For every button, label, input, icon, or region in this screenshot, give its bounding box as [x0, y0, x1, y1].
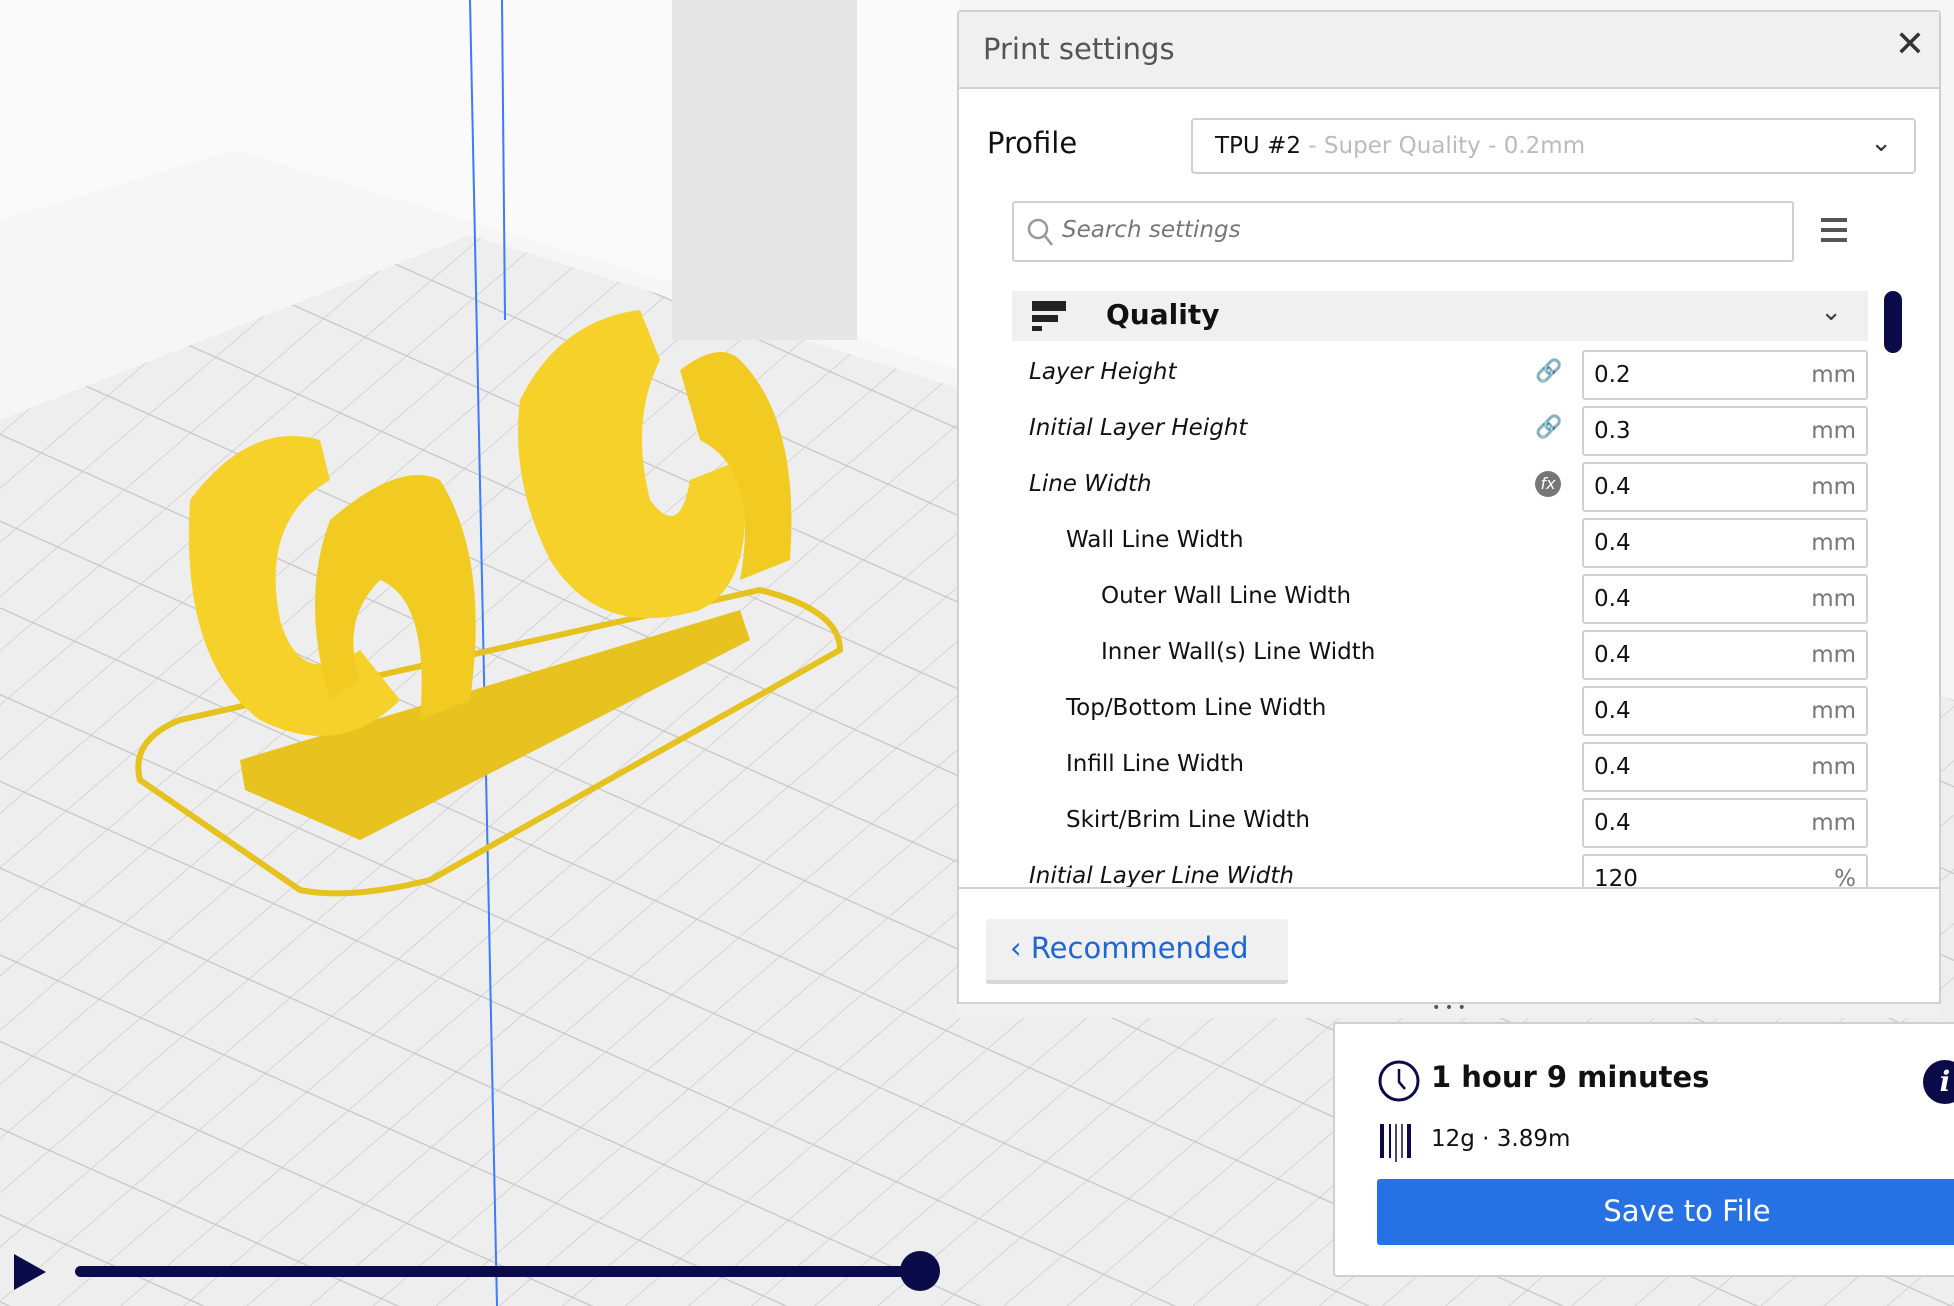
search-input[interactable]: Search settings [1012, 201, 1794, 262]
setting-unit: mm [1811, 586, 1856, 612]
link-icon[interactable]: 🔗 [1535, 359, 1562, 384]
setting-label: Initial Layer Height [1029, 415, 1248, 441]
clock-icon [1378, 1060, 1420, 1102]
setting-value: 0.4 [1594, 530, 1631, 556]
chevron-left-icon: ‹ [1010, 931, 1031, 965]
setting-unit: mm [1811, 474, 1856, 500]
layer-slider-track[interactable] [75, 1266, 920, 1277]
setting-value: 0.4 [1594, 754, 1631, 780]
setting-unit: mm [1811, 754, 1856, 780]
setting-value: 0.4 [1594, 474, 1631, 500]
setting-row: Layer Height 🔗 0.2 mm [959, 347, 1939, 403]
search-icon [1027, 218, 1053, 246]
setting-value: 0.2 [1594, 362, 1631, 388]
setting-input[interactable]: 0.4 mm [1582, 630, 1868, 680]
setting-input[interactable]: 0.4 mm [1582, 798, 1868, 848]
setting-unit: mm [1811, 642, 1856, 668]
setting-unit: mm [1811, 418, 1856, 444]
print-time: 1 hour 9 minutes [1431, 1060, 1710, 1094]
setting-input[interactable]: 120% [1582, 854, 1868, 887]
setting-input[interactable]: 0.4 mm [1582, 742, 1868, 792]
setting-input[interactable]: 0.2 mm [1582, 350, 1868, 400]
setting-label: Initial Layer Line Width [1029, 863, 1294, 887]
setting-input[interactable]: 0.3 mm [1582, 406, 1868, 456]
setting-label: Inner Wall(s) Line Width [1101, 639, 1376, 665]
chevron-down-icon: ⌄ [1820, 297, 1842, 327]
setting-input[interactable]: 0.4 mm [1582, 518, 1868, 568]
setting-label: Infill Line Width [1066, 751, 1245, 777]
panel-title: Print settings [983, 32, 1175, 66]
setting-row: Inner Wall(s) Line Width 0.4 mm [959, 627, 1939, 683]
setting-unit: mm [1811, 698, 1856, 724]
profile-label: Profile [987, 126, 1078, 160]
close-icon[interactable]: ✕ [1895, 24, 1925, 65]
setting-value: 0.3 [1594, 418, 1631, 444]
settings-list: Layer Height 🔗 0.2 mm Initial Layer Height 🔗 0… [959, 347, 1939, 887]
material-usage: 12g · 3.89m [1431, 1126, 1571, 1152]
material-icon [1380, 1124, 1411, 1162]
setting-input[interactable]: 0.4 mm [1582, 686, 1868, 736]
setting-unit: mm [1811, 362, 1856, 388]
setting-label: Layer Height [1029, 359, 1177, 385]
resize-handle[interactable]: • • • [957, 1001, 1941, 1018]
setting-label: Wall Line Width [1066, 527, 1244, 553]
print-summary-panel: 1 hour 9 minutes 12g · 3.89m i Save to F… [1333, 1022, 1954, 1277]
setting-label: Line Width [1029, 471, 1152, 497]
print-settings-panel: Print settings ✕ Profile TPU #2 - Super … [957, 10, 1941, 1018]
settings-menu-icon[interactable] [1821, 218, 1847, 248]
profile-subtitle: - Super Quality - 0.2mm [1300, 133, 1586, 159]
play-icon[interactable] [14, 1254, 46, 1290]
wall-column [672, 0, 857, 340]
setting-label: Skirt/Brim Line Width [1066, 807, 1310, 833]
layer-slider-handle[interactable] [900, 1251, 940, 1291]
setting-value: 0.4 [1594, 642, 1631, 668]
setting-row: Top/Bottom Line Width 0.4 mm [959, 683, 1939, 739]
setting-label: Outer Wall Line Width [1101, 583, 1352, 609]
panel-header: Print settings ✕ [959, 12, 1939, 89]
setting-unit: % [1834, 866, 1856, 887]
recommended-label: Recommended [1030, 931, 1249, 965]
setting-row: Infill Line Width 0.4 mm [959, 739, 1939, 795]
chevron-down-icon: ⌄ [1870, 128, 1892, 158]
save-to-file-button[interactable]: Save to File [1377, 1179, 1954, 1245]
setting-row: Line Width fx 0.4 mm [959, 459, 1939, 515]
setting-value: 0.4 [1594, 810, 1631, 836]
profile-dropdown[interactable]: TPU #2 - Super Quality - 0.2mm ⌄ [1191, 118, 1916, 174]
divider [959, 887, 1939, 889]
setting-row: Skirt/Brim Line Width 0.4 mm [959, 795, 1939, 851]
setting-row: Initial Layer Height 🔗 0.3 mm [959, 403, 1939, 459]
setting-row: Initial Layer Line Width 120% [959, 851, 1939, 887]
category-title: Quality [1106, 298, 1220, 331]
setting-row: Outer Wall Line Width 0.4 mm [959, 571, 1939, 627]
setting-row: Wall Line Width 0.4 mm [959, 515, 1939, 571]
setting-value: 120 [1594, 866, 1638, 887]
setting-value: 0.4 [1594, 698, 1631, 724]
setting-unit: mm [1811, 530, 1856, 556]
profile-name: TPU #2 [1215, 133, 1301, 159]
setting-unit: mm [1811, 810, 1856, 836]
search-placeholder: Search settings [1062, 217, 1241, 243]
setting-label: Top/Bottom Line Width [1066, 695, 1327, 721]
function-icon[interactable]: fx [1535, 471, 1561, 497]
setting-input[interactable]: 0.4 mm [1582, 462, 1868, 512]
setting-value: 0.4 [1594, 586, 1631, 612]
setting-input[interactable]: 0.4 mm [1582, 574, 1868, 624]
scrollbar[interactable] [1884, 291, 1902, 353]
link-icon[interactable]: 🔗 [1535, 415, 1562, 440]
info-icon[interactable]: i [1923, 1060, 1954, 1104]
recommended-button[interactable]: ‹ Recommended [986, 919, 1288, 984]
quality-icon [1032, 301, 1066, 331]
category-quality[interactable]: Quality ⌄ [1012, 291, 1868, 341]
